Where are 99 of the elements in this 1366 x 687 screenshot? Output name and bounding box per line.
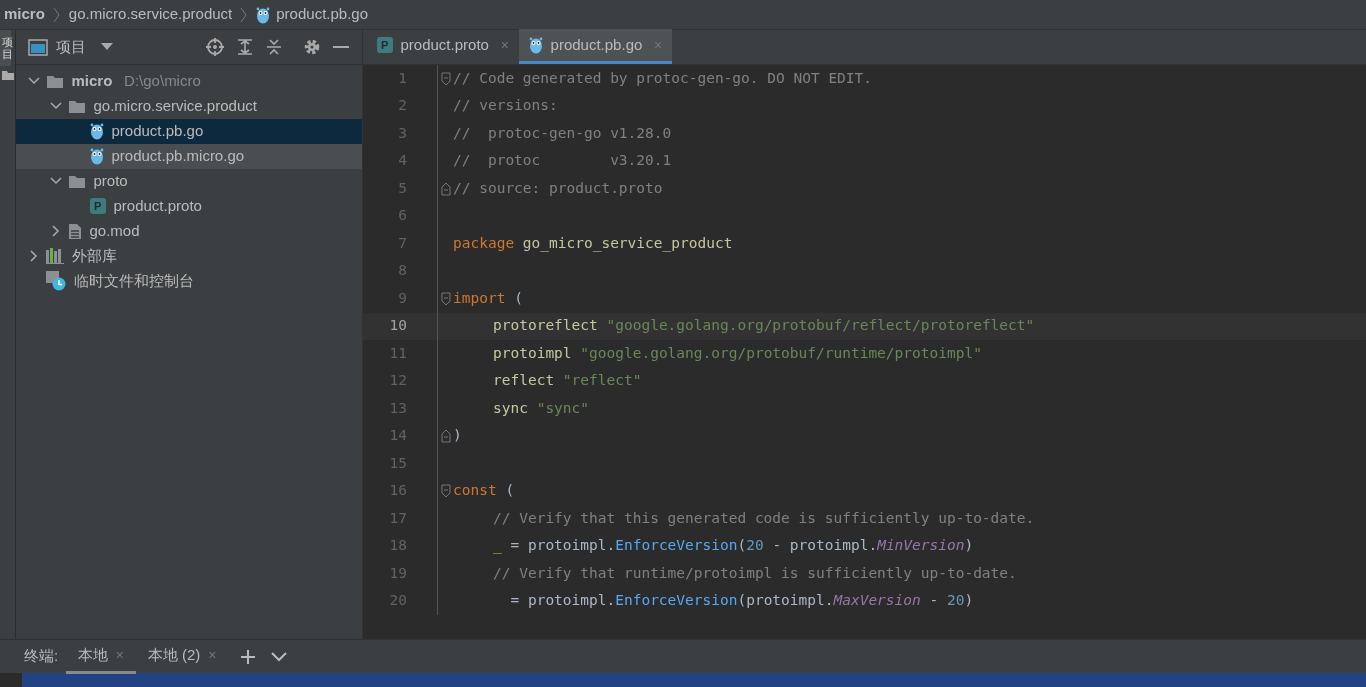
- code-line: // Verify that this generated code is sufficiently up-to-date.: [492, 508, 1035, 528]
- code-line: // source: product.proto: [453, 178, 663, 198]
- code-line: ): [453, 426, 462, 446]
- line-number: 2: [397, 96, 408, 116]
- tree-item[interactable]: go.micro.service.product: [16, 93, 362, 119]
- fold-start-icon[interactable]: [440, 484, 451, 499]
- line-number: 17: [388, 508, 408, 528]
- chevron-right-icon[interactable]: [50, 225, 62, 238]
- chevron-separator-icon: [52, 6, 61, 23]
- code-line: // versions:: [453, 96, 558, 116]
- tree-item[interactable]: product.pb.go: [16, 118, 362, 144]
- line-number: 20: [388, 591, 408, 611]
- code-line: import (: [453, 288, 523, 308]
- code-line: protoreflect "google.golang.org/protobuf/reflect/protoreflect": [492, 316, 1035, 336]
- breadcrumb-item[interactable]: go.micro.service.product: [68, 3, 233, 26]
- code-line: // protoc v3.20.1: [453, 151, 672, 171]
- code-line: // Verify that runtime/protoimpl is sufficiently up-to-date.: [492, 563, 1017, 583]
- tree-item[interactable]: product.pb.micro.go: [16, 143, 362, 169]
- side-tab-label[interactable]: 项目: [0, 30, 11, 67]
- terminal-title: 终端:: [24, 646, 59, 667]
- line-number: 15: [388, 453, 408, 473]
- chevron-right-icon[interactable]: [28, 250, 40, 263]
- code-line: reflect "reflect": [492, 371, 642, 391]
- code-line: sync "sync": [492, 398, 590, 418]
- editor-tab[interactable]: product.pb.go ×: [518, 29, 673, 64]
- breadcrumb-item[interactable]: product.pb.go: [276, 3, 368, 26]
- expand-all-icon[interactable]: [235, 38, 254, 56]
- tree-label: proto: [93, 171, 128, 191]
- tree-label: product.proto: [113, 196, 202, 216]
- tree-item[interactable]: proto: [16, 168, 362, 194]
- settings-icon[interactable]: [302, 38, 321, 56]
- tab-label: 本地: [77, 644, 108, 665]
- line-number: 4: [397, 151, 408, 171]
- p-file-icon: P: [89, 198, 106, 215]
- fold-start-icon[interactable]: [440, 291, 451, 306]
- line-number: 19: [388, 563, 408, 583]
- line-number: 9: [397, 288, 408, 308]
- line-number: 3: [397, 123, 408, 143]
- line-number: 12: [388, 371, 408, 391]
- code-line: = protoimpl.EnforceVersion(protoimpl.MaxVersion - 20): [509, 591, 974, 611]
- code-line: package go_micro_service_product: [453, 233, 733, 254]
- code-line: _ = protoimpl.EnforceVersion(20 - protoimpl.MinVersion): [492, 536, 974, 556]
- tab-label: product.pb.go: [550, 34, 643, 55]
- scratch-clock-icon: [45, 271, 66, 292]
- line-number: 5: [397, 178, 408, 198]
- line-number: 14: [388, 426, 408, 446]
- terminal-tab[interactable]: 本地 (2) ×: [135, 639, 229, 674]
- fold-start-icon[interactable]: [440, 71, 451, 86]
- code-line: const (: [453, 481, 515, 501]
- tree-label: go.mod: [89, 221, 140, 241]
- gopher-icon: [89, 147, 104, 166]
- chevron-down-icon[interactable]: [270, 651, 287, 662]
- path-label: D:\go\micro: [124, 71, 201, 91]
- folder-icon: [67, 98, 86, 114]
- line-number: 7: [397, 233, 408, 253]
- folder-icon: [67, 173, 86, 189]
- editor-tab[interactable]: P product.proto ×: [366, 29, 519, 64]
- tree-label: 外部库: [71, 246, 117, 266]
- panel-title[interactable]: 项目: [55, 35, 86, 59]
- gopher-icon: [528, 36, 543, 54]
- tab-label: 本地 (2): [147, 644, 201, 665]
- dropdown-caret-icon[interactable]: [101, 43, 113, 51]
- folder-icon: [2, 70, 14, 81]
- document-icon: [67, 222, 82, 240]
- code-line: // Code generated by protoc-gen-go. DO NOT EDIT.: [453, 68, 873, 88]
- fold-end-icon[interactable]: [440, 181, 451, 196]
- chevron-separator-icon: [240, 6, 249, 23]
- window-icon: [28, 38, 48, 56]
- line-number: 10: [388, 316, 408, 336]
- gopher-icon: [89, 122, 104, 141]
- bar-chart-icon: [45, 248, 64, 265]
- line-number: 18: [388, 536, 408, 556]
- line-number: 6: [397, 206, 408, 226]
- tab-label: product.proto: [400, 34, 489, 55]
- target-icon[interactable]: [206, 38, 224, 56]
- line-number: 8: [397, 261, 408, 281]
- p-file-icon: P: [376, 37, 393, 53]
- code-line: // protoc-gen-go v1.28.0: [453, 123, 672, 143]
- collapse-all-icon[interactable]: [265, 38, 283, 56]
- folder-icon: [45, 73, 64, 89]
- tree-item[interactable]: go.mod: [16, 218, 362, 244]
- line-number: 11: [388, 343, 408, 363]
- add-icon[interactable]: [240, 649, 255, 664]
- tree-label: 临时文件和控制台: [73, 271, 194, 291]
- tree-label: micro: [71, 71, 113, 91]
- tree-item[interactable]: 外部库: [16, 243, 362, 269]
- line-number: 1: [397, 68, 408, 88]
- line-number: 13: [388, 398, 408, 418]
- code-line: protoimpl "google.golang.org/protobuf/runtime/protoimpl": [492, 343, 982, 363]
- tree-item[interactable]: micro D:\go\micro: [16, 68, 362, 94]
- fold-end-icon[interactable]: [440, 429, 451, 444]
- tree-label: go.micro.service.product: [93, 96, 257, 116]
- gopher-icon: [256, 5, 271, 24]
- tree-item[interactable]: P product.proto: [16, 193, 362, 219]
- tree-label: product.pb.micro.go: [111, 146, 245, 166]
- line-number: 16: [388, 481, 408, 501]
- breadcrumb-item[interactable]: micro: [4, 3, 45, 26]
- tree-label: product.pb.go: [111, 121, 204, 141]
- tree-item[interactable]: 临时文件和控制台: [16, 268, 362, 294]
